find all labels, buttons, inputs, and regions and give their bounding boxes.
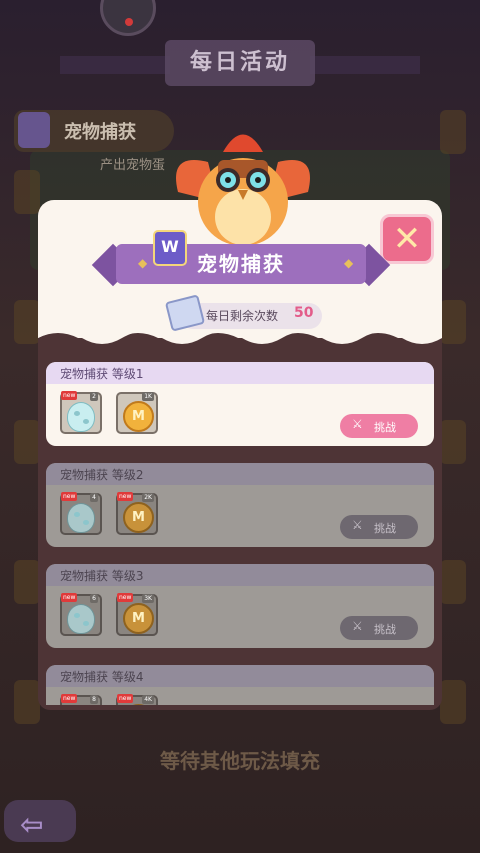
sparkle-icon: ◆ (138, 256, 148, 270)
side-decoration (440, 420, 466, 464)
wave-divider (38, 328, 442, 362)
item-count: 1K (142, 392, 154, 401)
item-count: 4K (142, 695, 154, 704)
side-decoration (14, 560, 40, 604)
pet-capture-badge-icon: W (153, 230, 187, 266)
level-card-1: 宠物捕获 等级1 new 2 M 1K ⚔ 挑战 (46, 362, 434, 446)
title-wing-right (310, 56, 420, 74)
level-list[interactable]: 宠物捕获 等级1 new 2 M 1K ⚔ 挑战 宠物捕获 等级2 new 4 (46, 362, 434, 705)
level-card-4: 宠物捕获 等级4 new 8 M new 4K ⚔ 挑战 (46, 665, 434, 705)
new-tag: new (61, 492, 78, 501)
new-tag: new (117, 694, 134, 703)
challenge-button[interactable]: ⚔ 挑战 (340, 616, 418, 640)
notification-dot (125, 18, 133, 26)
coin-icon: M (123, 502, 154, 533)
item-count: 2K (142, 493, 154, 502)
side-decoration (14, 300, 40, 344)
challenge-label: 挑战 (374, 421, 396, 434)
background-panel-title: 宠物捕获 (64, 122, 136, 143)
title-wing-left (60, 56, 170, 74)
sword-icon: ⚔ (352, 417, 363, 431)
side-decoration (440, 110, 466, 154)
new-tag: new (117, 492, 134, 501)
daily-remaining-label: 每日剩余次数 (206, 309, 279, 323)
daily-remaining-value: 50 (294, 305, 314, 321)
item-count: 2 (90, 392, 98, 401)
sparkle-icon: ◆ (344, 256, 354, 270)
reward-item-egg[interactable]: new 8 (60, 694, 102, 705)
coin-icon: M (123, 704, 154, 705)
background-panel-subtitle: 产出宠物蛋 (100, 158, 166, 173)
coin-icon: M (123, 603, 154, 634)
side-decoration (440, 680, 466, 724)
challenge-button[interactable]: ⚔ 挑战 (340, 515, 418, 539)
pet-capture-badge-icon (18, 112, 50, 148)
pet-egg-icon (67, 503, 95, 533)
reward-item-egg[interactable]: new 2 (60, 391, 102, 434)
reward-item-coin[interactable]: M 1K (116, 392, 158, 434)
top-header: 每日活动 (0, 0, 480, 110)
level-title: 宠物捕获 等级2 (60, 468, 144, 482)
back-arrow-icon: ⇦ (20, 808, 44, 841)
new-tag: new (61, 391, 78, 400)
coin-icon: M (123, 401, 154, 432)
reward-item-coin[interactable]: M new 3K (116, 593, 158, 636)
level-card-2: 宠物捕获 等级2 new 4 M new 2K ⚔ 挑战 (46, 463, 434, 547)
new-tag: new (61, 593, 78, 602)
sword-icon: ⚔ (352, 619, 363, 633)
item-count: 8 (90, 695, 98, 704)
challenge-label: 挑战 (374, 522, 396, 535)
item-count: 3K (142, 594, 154, 603)
side-decoration (14, 170, 40, 214)
reward-item-egg[interactable]: new 4 (60, 492, 102, 535)
pet-capture-modal: ✕ 宠物捕获 W ◆ ◆ 每日剩余次数 50 宠物捕获 等级1 new 2 M … (38, 134, 442, 715)
challenge-label: 挑战 (374, 623, 396, 636)
reward-item-coin[interactable]: M new 2K (116, 492, 158, 535)
page-title: 每日活动 (165, 40, 315, 86)
item-count: 6 (90, 594, 98, 603)
level-title: 宠物捕获 等级4 (60, 670, 144, 684)
side-decoration (14, 420, 40, 464)
side-decoration (440, 300, 466, 344)
pet-egg-icon (67, 402, 95, 432)
reward-item-egg[interactable]: new 6 (60, 593, 102, 636)
new-tag: new (117, 593, 134, 602)
challenge-button[interactable]: ⚔ 挑战 (340, 414, 418, 438)
side-decoration (14, 680, 40, 724)
sword-icon: ⚔ (352, 518, 363, 532)
level-card-3: 宠物捕获 等级3 new 6 M new 3K ⚔ 挑战 (46, 564, 434, 648)
reward-item-coin[interactable]: M new 4K (116, 694, 158, 705)
side-decoration (440, 560, 466, 604)
new-tag: new (61, 694, 78, 703)
placeholder-text: 等待其他玩法填充 (160, 749, 320, 773)
close-icon: ✕ (392, 219, 422, 259)
item-count: 4 (90, 493, 98, 502)
owl-mascot-icon (176, 134, 310, 246)
level-title: 宠物捕获 等级3 (60, 569, 144, 583)
close-button[interactable]: ✕ (380, 214, 434, 264)
level-title: 宠物捕获 等级1 (60, 367, 144, 381)
pet-egg-icon (67, 604, 95, 634)
